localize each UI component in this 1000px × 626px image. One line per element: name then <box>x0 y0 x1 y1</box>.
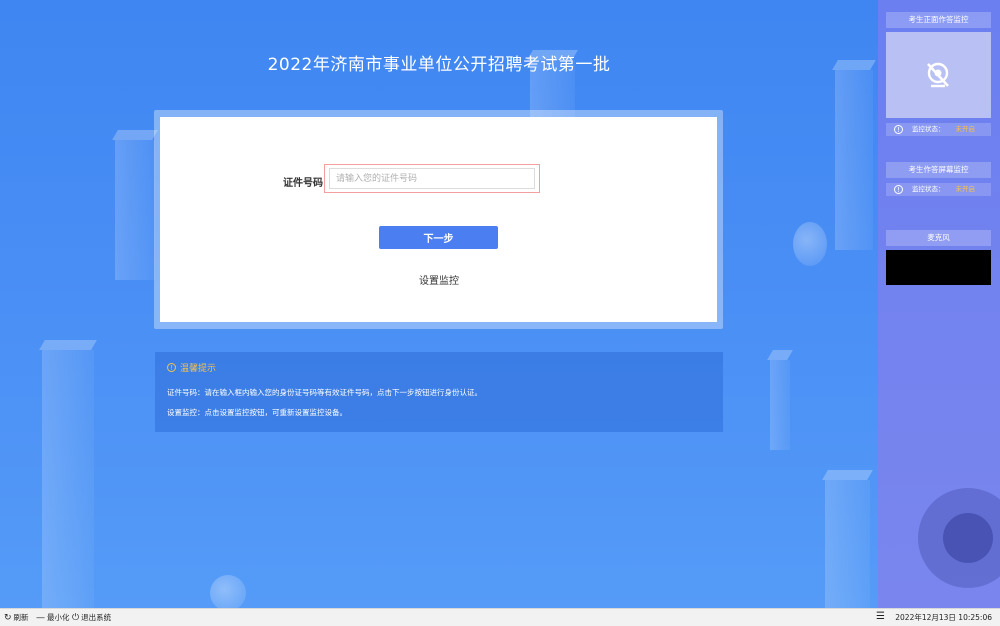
power-icon: ⏻ <box>72 612 80 623</box>
camera-off-icon <box>927 62 949 88</box>
front-status-value: 未开启 <box>955 125 976 133</box>
list-icon[interactable]: ☰ <box>876 611 885 622</box>
page-title: 2022年济南市事业单位公开招聘考试第一批 <box>267 55 611 75</box>
tips-panel: ! 温馨提示 证件号码：请在输入框内输入您的身份证号码等有效证件号码，点击下一步… <box>155 352 723 432</box>
monitor-sidebar: 考生正面作答监控 ! 监控状态： 未开启 考生作答屏幕监控 ! 监控状态： 未开… <box>878 0 1000 608</box>
taskbar: ↻ 刷新 — 最小化 ⏻ 退出系统 ☰ 2022年12月13日 10:25:06 <box>0 608 1000 626</box>
tips-title: ! 温馨提示 <box>167 361 216 374</box>
tip-line-monitor: 设置监控：点击设置监控按钮，可重新设置监控设备。 <box>167 408 347 417</box>
system-clock: 2022年12月13日 10:25:06 <box>895 613 992 622</box>
minimize-icon: — <box>36 612 45 623</box>
decor-column <box>835 70 873 250</box>
screen-status-value: 未开启 <box>955 185 976 193</box>
refresh-icon: ↻ <box>4 612 12 623</box>
front-status-label: 监控状态： <box>912 125 945 133</box>
main-area: 2022年济南市事业单位公开招聘考试第一批 证件号码 下一步 设置监控 ! 温馨… <box>0 0 878 608</box>
tip-line-id: 证件号码：请在输入框内输入您的身份证号码等有效证件号码，点击下一步按钮进行身份认… <box>167 388 482 397</box>
decor-orb <box>793 222 827 266</box>
tips-title-text: 温馨提示 <box>180 364 217 374</box>
mic-title: 麦克风 <box>886 230 991 246</box>
minimize-label: 最小化 <box>47 613 70 622</box>
minimize-button[interactable]: — 最小化 <box>36 612 70 623</box>
front-monitor-title: 考生正面作答监控 <box>886 12 991 28</box>
screen-status-label: 监控状态： <box>912 185 945 193</box>
decor-column <box>825 480 870 608</box>
front-monitor-status: ! 监控状态： 未开启 <box>886 123 991 136</box>
front-camera-preview <box>886 32 991 118</box>
login-card <box>160 117 717 322</box>
refresh-button[interactable]: ↻ 刷新 <box>4 612 29 623</box>
exit-label: 退出系统 <box>81 613 112 622</box>
id-number-label: 证件号码 <box>283 178 323 189</box>
decor-column <box>42 350 94 608</box>
id-number-field-wrapper <box>324 164 540 193</box>
set-monitor-link[interactable]: 设置监控 <box>400 272 478 287</box>
decor-orb <box>210 575 246 608</box>
decor-column <box>770 360 790 450</box>
id-number-input[interactable] <box>329 168 535 189</box>
info-icon: ! <box>894 185 903 194</box>
decor-column <box>115 140 155 280</box>
refresh-label: 刷新 <box>13 613 29 622</box>
exit-button[interactable]: ⏻ 退出系统 <box>72 612 111 623</box>
screen-monitor-title: 考生作答屏幕监控 <box>886 162 991 178</box>
info-icon: ! <box>894 125 903 134</box>
next-step-button[interactable]: 下一步 <box>379 226 498 249</box>
mic-level-display <box>886 250 991 285</box>
webcam-decor-icon <box>918 488 1000 588</box>
info-icon: ! <box>167 363 176 372</box>
screen-monitor-status: ! 监控状态： 未开启 <box>886 183 991 196</box>
